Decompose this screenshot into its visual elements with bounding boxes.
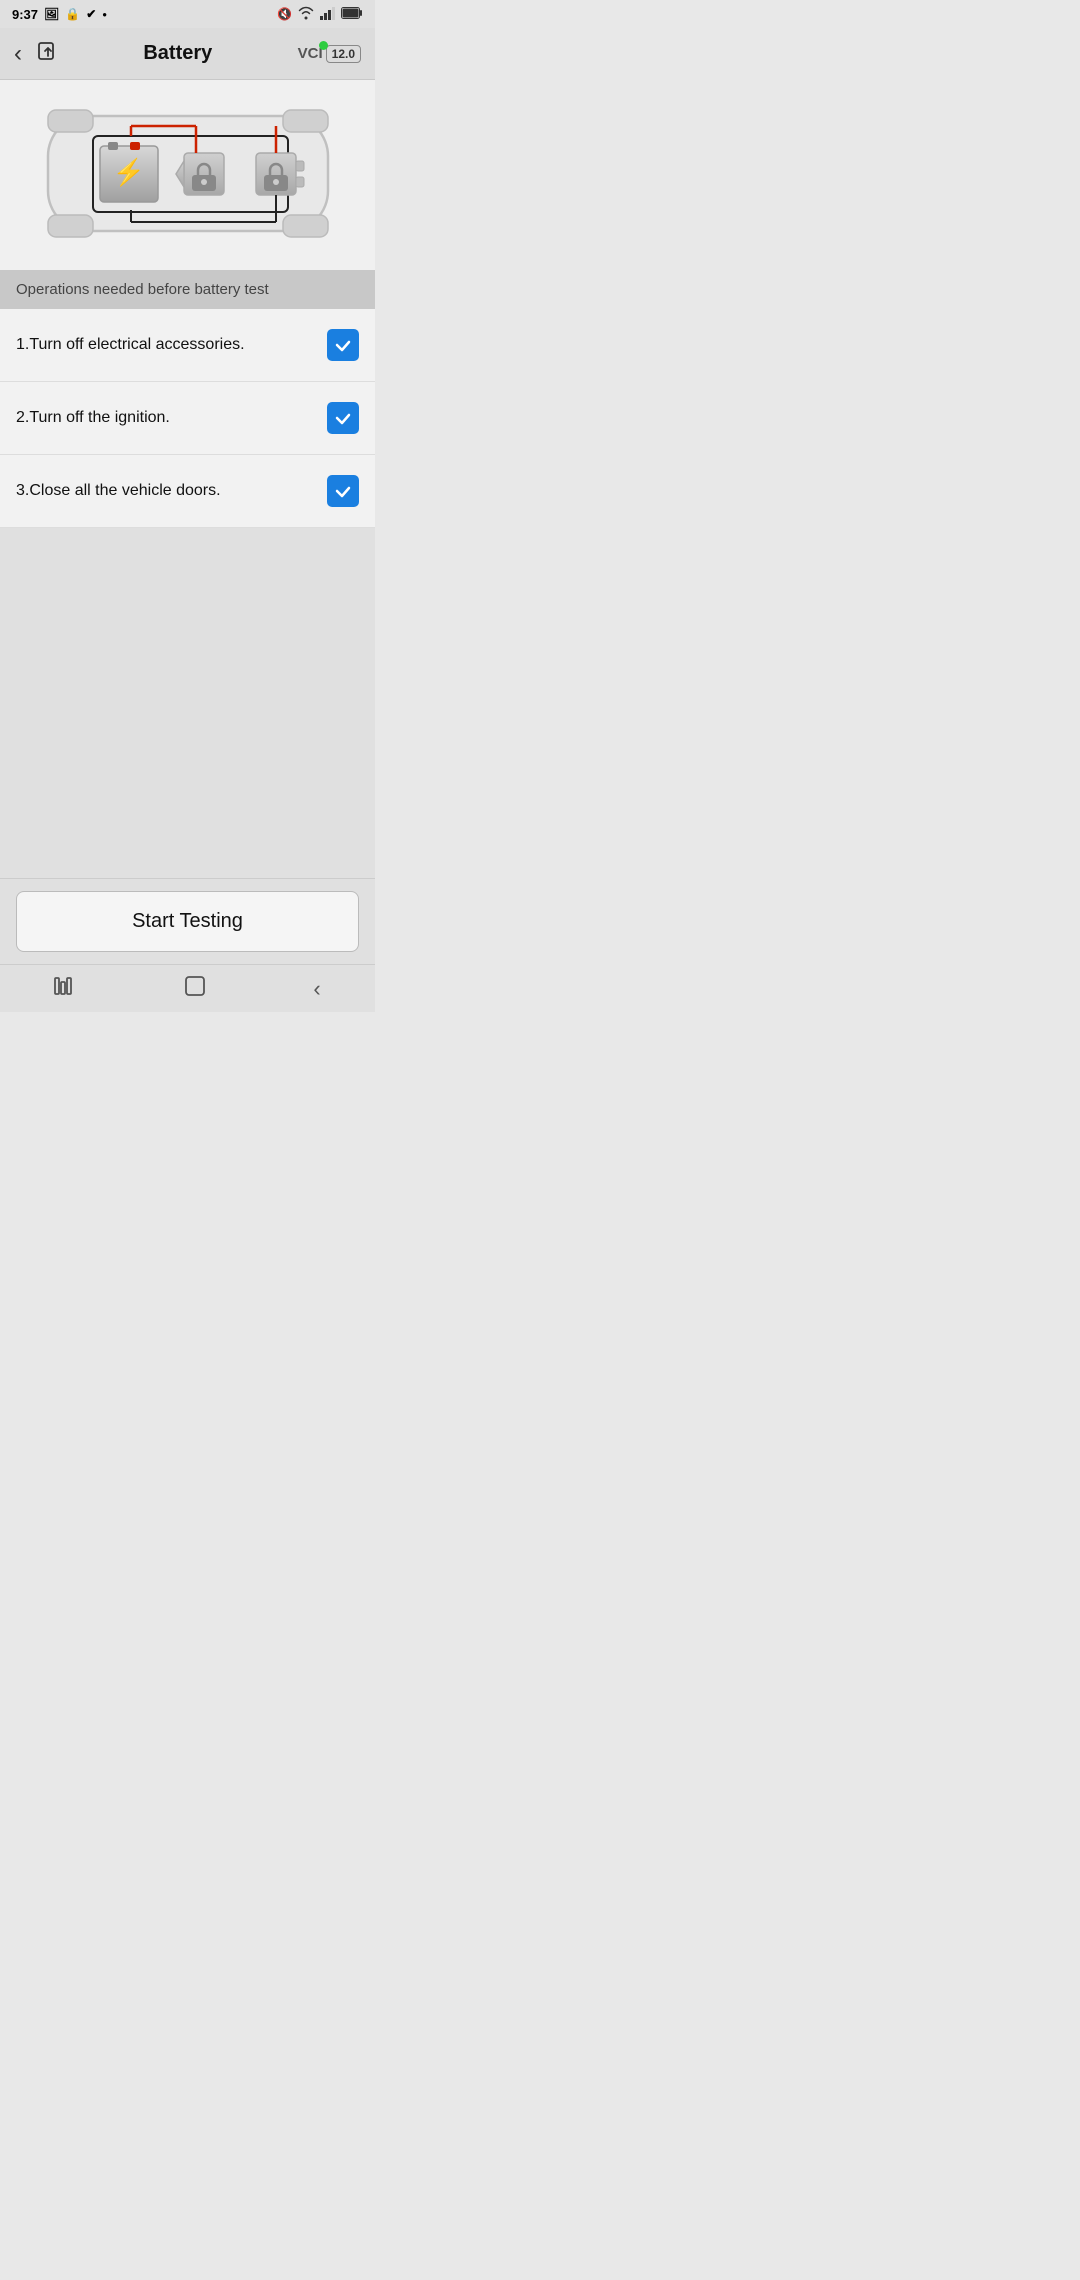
ops-item-3-checkbox[interactable] bbox=[327, 475, 359, 507]
ops-item-1-text: 1.Turn off electrical accessories. bbox=[16, 336, 327, 354]
ops-item-2-text: 2.Turn off the ignition. bbox=[16, 409, 327, 427]
back-nav-button[interactable]: ‹ bbox=[293, 968, 340, 1010]
check-icon: ✔ bbox=[86, 7, 96, 21]
start-testing-container: Start Testing bbox=[0, 878, 375, 964]
start-testing-button[interactable]: Start Testing bbox=[16, 891, 359, 952]
home-button[interactable] bbox=[165, 968, 225, 1010]
operations-header: Operations needed before battery test bbox=[0, 270, 375, 309]
dot-icon: ● bbox=[102, 10, 107, 19]
page-title: Battery bbox=[58, 42, 298, 65]
image-icon: 🖼 bbox=[44, 7, 59, 21]
ops-item-1[interactable]: 1.Turn off electrical accessories. bbox=[0, 309, 375, 382]
bottom-nav-bar: ‹ bbox=[0, 964, 375, 1012]
battery-icon bbox=[341, 7, 363, 22]
car-diagram: ⚡ bbox=[0, 80, 375, 270]
vci-label: VCI bbox=[298, 45, 323, 62]
top-nav: ‹ Battery VCI 12.0 bbox=[0, 28, 375, 80]
status-bar: 9:37 🖼 🔒 ✔ ● 🔇 bbox=[0, 0, 375, 28]
export-button[interactable] bbox=[36, 40, 58, 67]
back-button[interactable]: ‹ bbox=[14, 40, 22, 68]
ops-item-2[interactable]: 2.Turn off the ignition. bbox=[0, 382, 375, 455]
wifi-icon bbox=[297, 6, 315, 23]
signal-icon bbox=[320, 6, 336, 23]
empty-area bbox=[0, 528, 375, 878]
status-time: 9:37 bbox=[12, 7, 38, 22]
recents-button[interactable] bbox=[34, 969, 96, 1009]
ops-item-3[interactable]: 3.Close all the vehicle doors. bbox=[0, 455, 375, 528]
svg-text:⚡: ⚡ bbox=[112, 157, 144, 188]
mute-icon: 🔇 bbox=[277, 7, 292, 21]
lock-icon: 🔒 bbox=[65, 7, 80, 21]
ops-item-2-checkbox[interactable] bbox=[327, 402, 359, 434]
ops-item-3-text: 3.Close all the vehicle doors. bbox=[16, 482, 327, 500]
version-badge: 12.0 bbox=[326, 45, 361, 63]
ops-item-1-checkbox[interactable] bbox=[327, 329, 359, 361]
operations-list: 1.Turn off electrical accessories. 2.Tur… bbox=[0, 309, 375, 528]
